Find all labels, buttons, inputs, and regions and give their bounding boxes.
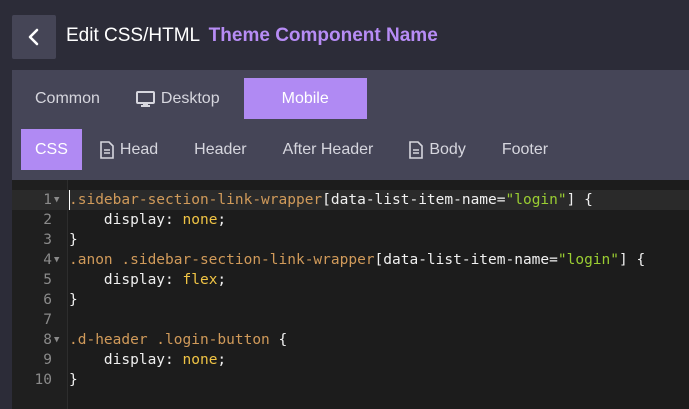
code-line[interactable]: 9 display: none; [12, 350, 689, 370]
code-line[interactable]: 3} [12, 230, 689, 250]
code-token: ] { [618, 252, 646, 268]
tab-head[interactable]: Head [82, 129, 176, 170]
code-line[interactable]: 7 [12, 310, 689, 330]
page-title: Edit CSS/HTML Theme Component Name [66, 25, 438, 47]
code-token: [data-list-item-name= [322, 192, 506, 208]
code-line[interactable]: 2 display: none; [12, 210, 689, 230]
code-text: .sidebar-section-link-wrapper[data-list-… [69, 190, 593, 210]
code-token: display: [69, 352, 183, 368]
title-prefix: Edit CSS/HTML [66, 25, 200, 46]
code-token: .sidebar-section-link-wrapper [69, 192, 323, 208]
code-token: [data-list-item-name= [374, 252, 558, 268]
line-number: 1 [43, 192, 52, 208]
code-token: .anon .sidebar-section-link-wrapper [69, 252, 375, 268]
code-token: ; [217, 352, 227, 368]
tab-body[interactable]: Body [391, 129, 483, 170]
page-header: Edit CSS/HTML Theme Component Name [0, 0, 689, 70]
desktop-icon [135, 90, 155, 107]
line-number: 3 [43, 232, 52, 248]
component-name: Theme Component Name [208, 25, 438, 46]
section-tabs: CSS Head Header After Header Body Footer [21, 129, 566, 170]
chevron-left-icon [28, 28, 39, 46]
fold-arrow-icon[interactable]: ▼ [54, 190, 59, 210]
code-line[interactable]: 1 ▼ .sidebar-section-link-wrapper[data-lis… [12, 190, 689, 210]
code-token: none [182, 352, 218, 368]
code-token: ] { [566, 192, 593, 208]
line-number: 2 [43, 212, 52, 228]
code-token: display: [69, 212, 183, 228]
code-token: display: [69, 272, 183, 288]
editor-panel: Common Desktop Mobile CSS Head Header Af… [12, 70, 689, 409]
tab-label: Desktop [160, 89, 220, 107]
code-line[interactable]: 4 ▼ .anon .sidebar-section-link-wrapper[da… [12, 250, 689, 270]
code-token: { [269, 332, 288, 348]
tab-css[interactable]: CSS [21, 129, 82, 170]
line-number: 6 [43, 292, 52, 308]
file-icon [100, 140, 114, 159]
code-editor[interactable]: 1 ▼ .sidebar-section-link-wrapper[data-lis… [12, 180, 689, 409]
fold-arrow-icon[interactable]: ▼ [54, 250, 59, 270]
code-token: } [69, 232, 78, 248]
code-text: .anon .sidebar-section-link-wrapper[data… [69, 250, 645, 270]
line-number: 4 [43, 252, 52, 268]
tab-label: Header [194, 140, 247, 158]
code-token: ; [217, 272, 227, 288]
tab-label: Common [35, 89, 100, 107]
code-token: none [182, 212, 218, 228]
code-text: .d-header .login-button { [69, 330, 287, 350]
code-line[interactable]: 5 display: flex; [12, 270, 689, 290]
fold-arrow-icon[interactable]: ▼ [54, 330, 59, 350]
tab-mobile[interactable]: Mobile [243, 78, 367, 119]
code-line[interactable]: 8 ▼ .d-header .login-button { [12, 330, 689, 350]
code-token: "login" [557, 252, 619, 268]
tab-common[interactable]: Common [12, 78, 118, 119]
text-cursor [69, 190, 70, 210]
tab-after-header[interactable]: After Header [265, 129, 392, 170]
code-token: } [69, 292, 78, 308]
line-number: 7 [43, 312, 52, 328]
back-button[interactable] [12, 15, 56, 59]
code-text: display: none; [69, 350, 226, 370]
tab-label: Head [119, 140, 159, 158]
tab-label: Mobile [281, 89, 329, 107]
code-token: ; [217, 212, 227, 228]
code-text: display: none; [69, 210, 226, 230]
tab-label: CSS [35, 140, 68, 158]
tab-footer[interactable]: Footer [484, 129, 566, 170]
line-number: 10 [34, 372, 52, 388]
code-text: display: flex; [69, 270, 226, 290]
tab-header[interactable]: Header [176, 129, 264, 170]
code-token: "login" [505, 192, 567, 208]
code-text: } [69, 290, 78, 310]
line-number: 9 [43, 352, 52, 368]
tab-desktop[interactable]: Desktop [118, 78, 238, 119]
code-token: flex [182, 272, 218, 288]
line-number: 5 [43, 272, 52, 288]
code-text: } [69, 230, 78, 250]
tab-label: Body [429, 140, 466, 158]
code-token: } [69, 372, 78, 388]
device-tabs: Common Desktop Mobile [12, 78, 367, 119]
code-line[interactable]: 10} [12, 370, 689, 390]
tab-label: After Header [282, 140, 374, 158]
code-line[interactable]: 6} [12, 290, 689, 310]
file-icon [409, 140, 424, 159]
code-token: .d-header .login-button [69, 332, 270, 348]
line-number: 8 [43, 332, 52, 348]
tab-label: Footer [501, 140, 549, 158]
code-text: } [69, 370, 78, 390]
